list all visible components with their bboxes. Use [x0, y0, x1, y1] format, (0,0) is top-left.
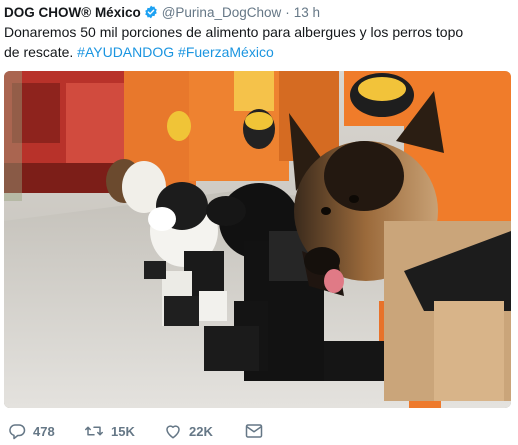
reply-icon: [9, 424, 26, 440]
reply-count: 478: [33, 423, 55, 439]
tweet-actions: 478 15K 22K: [0, 419, 518, 443]
reply-button[interactable]: 478: [8, 419, 55, 443]
user-handle[interactable]: @Purina_DogChow: [162, 5, 282, 20]
verified-badge-icon: [144, 5, 157, 19]
rescue-dogs-photo: [4, 71, 511, 408]
tweet-text-line-2: de rescate.: [4, 44, 74, 60]
hashtag-fuerzamexico[interactable]: #FuerzaMéxico: [178, 44, 274, 60]
tweet: DOG CHOW® México @Purina_DogChow · 13 h …: [0, 0, 518, 445]
tweet-text: Donaremos 50 mil porciones de alimento p…: [4, 22, 504, 62]
tweet-header: DOG CHOW® México @Purina_DogChow · 13 h: [4, 3, 320, 21]
tweet-text-line-1: Donaremos 50 mil porciones de alimento p…: [4, 24, 464, 40]
retweet-count: 15K: [111, 423, 135, 439]
retweet-icon: [85, 426, 103, 436]
heart-icon: [166, 425, 180, 439]
retweet-button[interactable]: 15K: [84, 419, 135, 443]
tweet-photo[interactable]: [4, 71, 511, 408]
envelope-icon: [245, 424, 263, 438]
hashtag-ayudandog[interactable]: #AYUDANDOG: [77, 44, 174, 60]
display-name[interactable]: DOG CHOW® México: [4, 5, 141, 20]
separator-dot: ·: [285, 4, 290, 20]
like-count: 22K: [189, 423, 213, 439]
tweet-timestamp[interactable]: 13 h: [294, 5, 320, 20]
direct-message-button[interactable]: [245, 419, 270, 443]
like-button[interactable]: 22K: [164, 419, 213, 443]
